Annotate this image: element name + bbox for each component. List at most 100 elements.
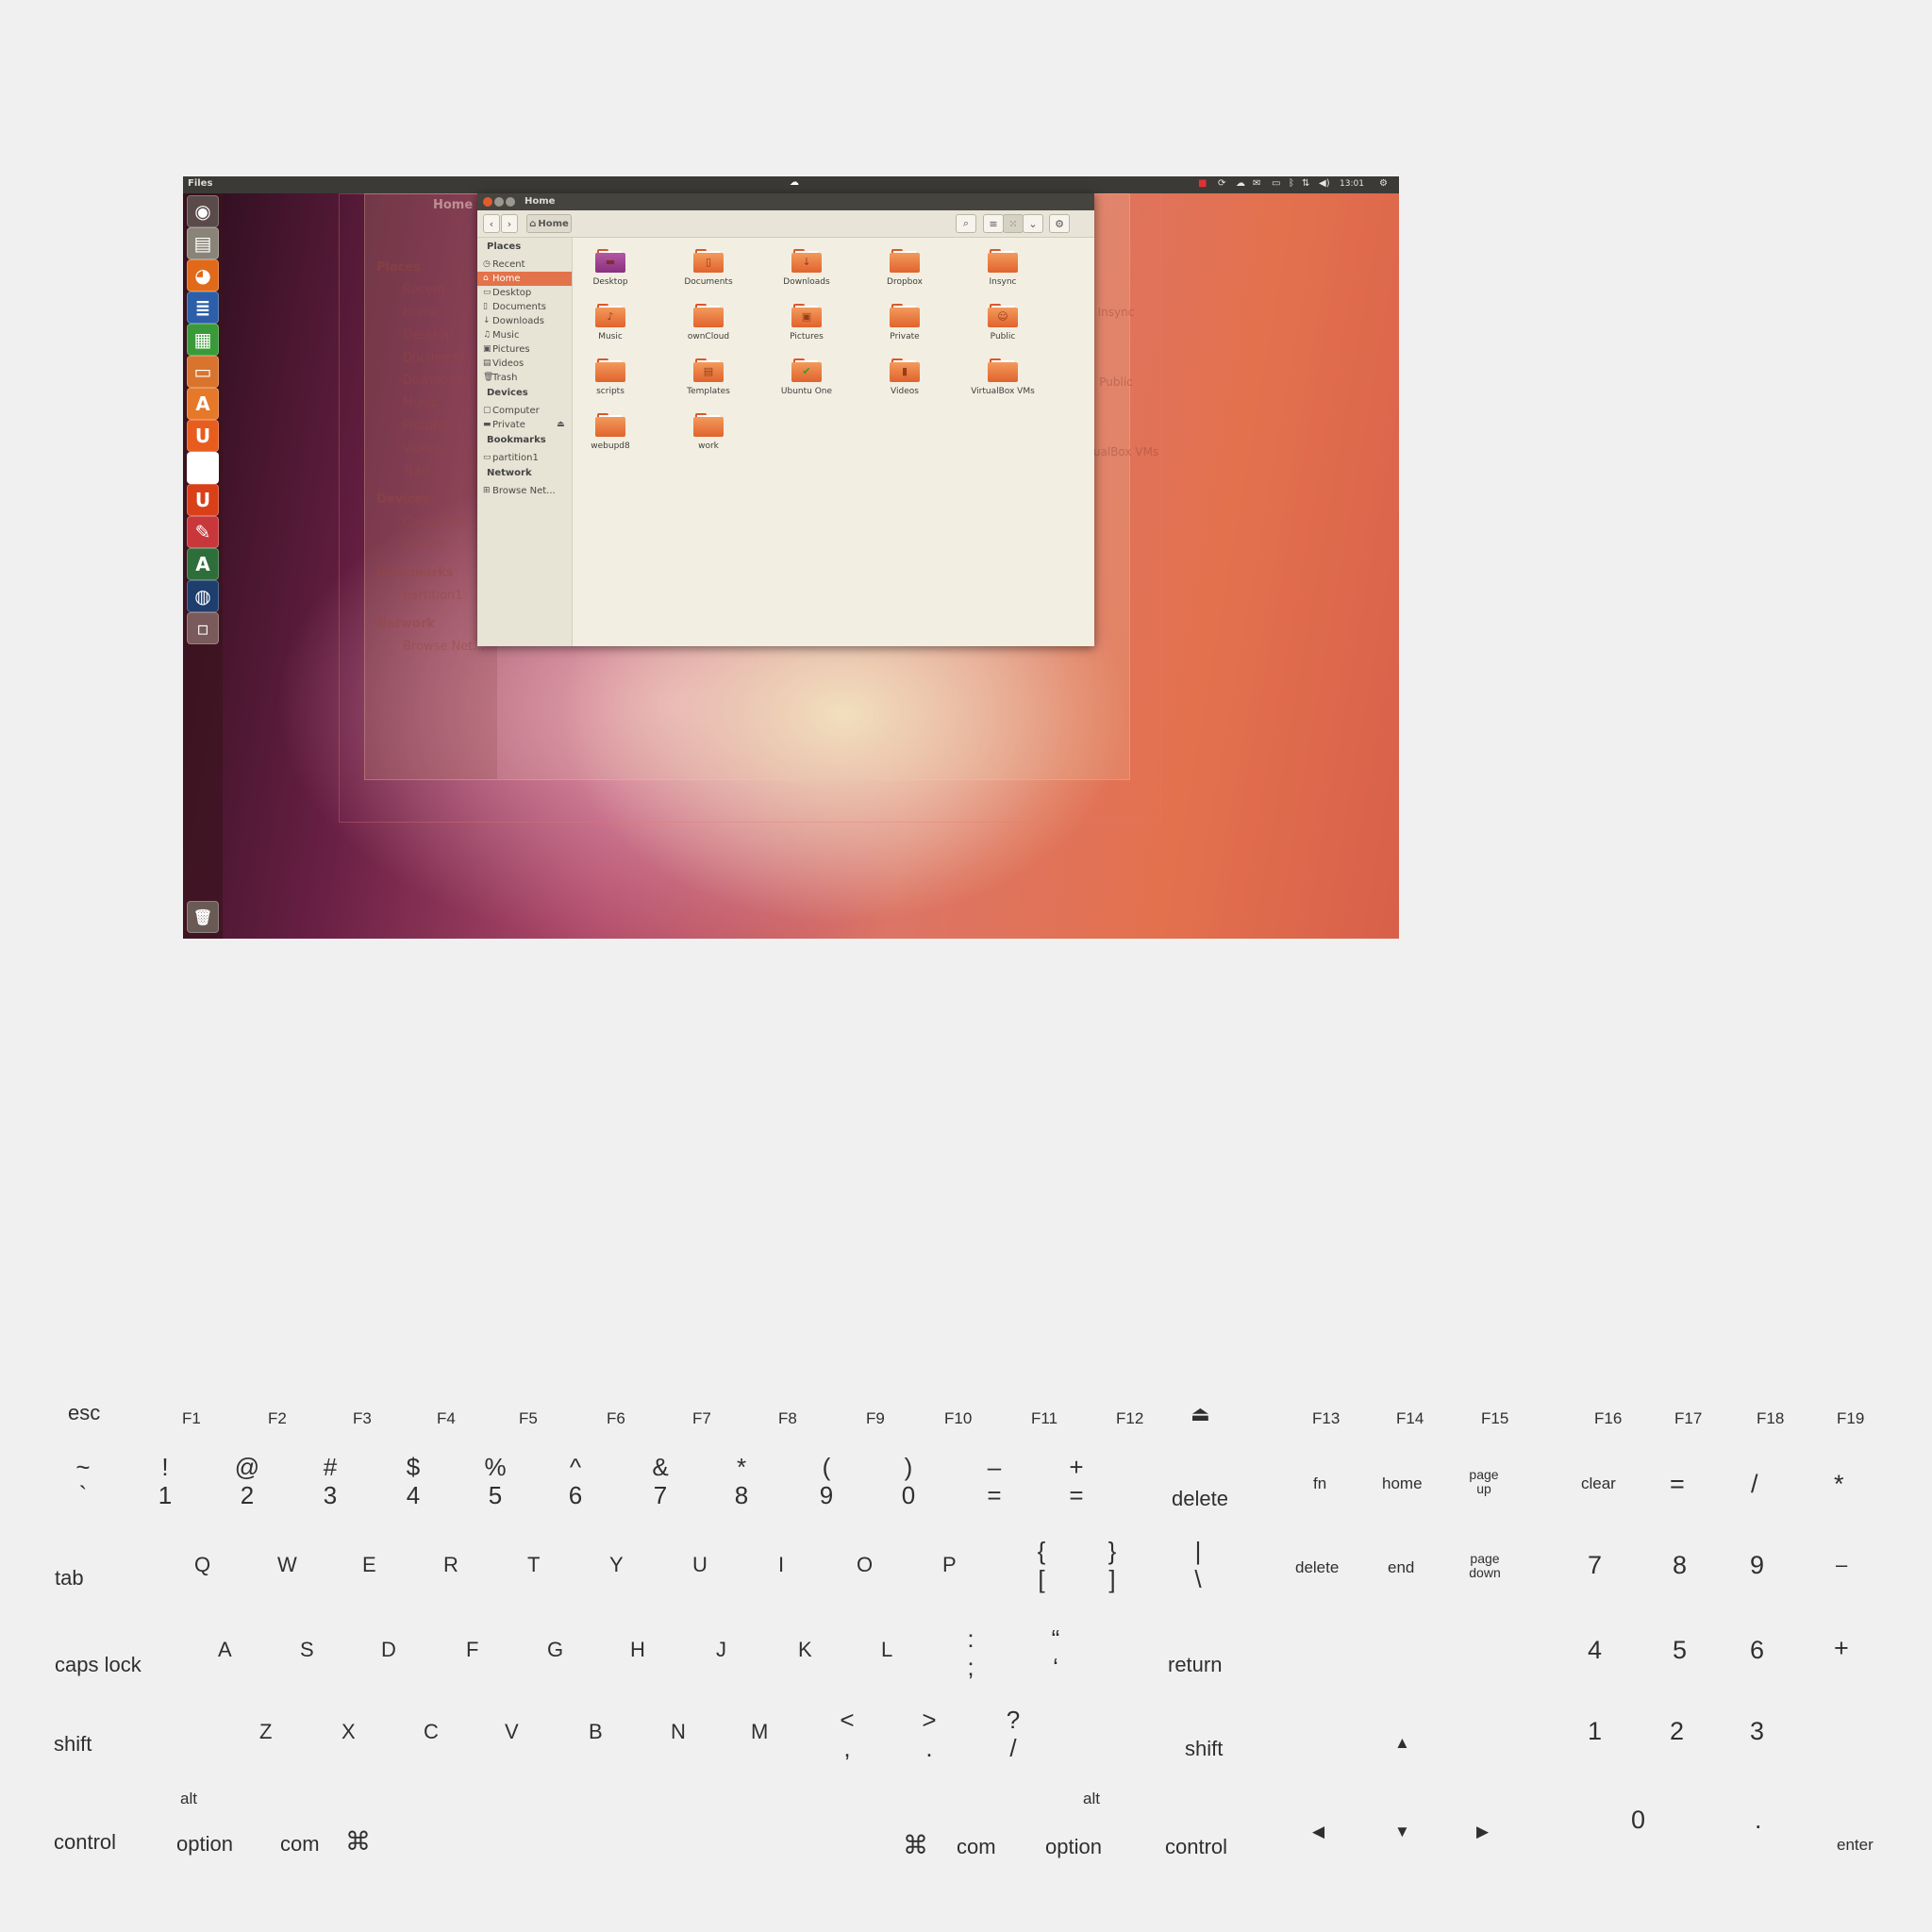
folder-item[interactable]: webupd8: [568, 413, 653, 466]
key-control-left[interactable]: control: [54, 1830, 116, 1855]
key-punct-2[interactable]: ? /: [994, 1706, 1032, 1762]
key-i[interactable]: I: [778, 1553, 784, 1577]
sidebar-item-downloads[interactable]: ↓ Downloads: [477, 314, 572, 328]
sidebar-item-desktop[interactable]: ▭ Desktop: [477, 286, 572, 300]
launcher-item[interactable]: A: [187, 388, 219, 420]
command-icon[interactable]: ⌘: [345, 1827, 371, 1857]
key-d[interactable]: D: [381, 1638, 396, 1662]
launcher-trash[interactable]: 🗑: [187, 901, 219, 933]
key-numpad-plus[interactable]: +: [1834, 1634, 1849, 1663]
key-shift-left[interactable]: shift: [54, 1732, 92, 1757]
key-f8[interactable]: F8: [778, 1409, 797, 1428]
indicator-record-icon[interactable]: ■: [1198, 178, 1207, 190]
key-f3[interactable]: F3: [353, 1409, 372, 1428]
sidebar-item-home[interactable]: ⌂ Home: [477, 272, 572, 286]
launcher-item[interactable]: ▫: [187, 612, 219, 644]
key-numpad-4[interactable]: 4: [1588, 1636, 1602, 1665]
folder-item[interactable]: Private: [862, 304, 947, 357]
key-f12[interactable]: F12: [1116, 1409, 1143, 1428]
key-r[interactable]: R: [443, 1553, 458, 1577]
key-numpad-divide[interactable]: /: [1751, 1470, 1758, 1499]
key-number-8[interactable]: * 8: [723, 1453, 760, 1509]
grid-view-button[interactable]: ⁙: [1003, 214, 1024, 233]
key-tab[interactable]: tab: [55, 1566, 84, 1591]
launcher-item[interactable]: ▭: [187, 356, 219, 388]
key-f15[interactable]: F15: [1481, 1409, 1508, 1428]
key-option-right[interactable]: option: [1045, 1835, 1102, 1859]
eject-icon[interactable]: ⏏: [557, 420, 565, 429]
close-button[interactable]: [483, 197, 492, 207]
maximize-button[interactable]: [506, 197, 515, 207]
key-t[interactable]: T: [527, 1553, 540, 1577]
key-f1[interactable]: F1: [182, 1409, 201, 1428]
launcher-item[interactable]: ◉: [187, 195, 219, 227]
folder-item[interactable]: ✔ Ubuntu One: [764, 358, 849, 411]
view-options-button[interactable]: ⌄: [1023, 214, 1043, 233]
key-page-up[interactable]: page up: [1465, 1468, 1503, 1496]
key-shift-right[interactable]: shift: [1185, 1737, 1223, 1761]
key-number-1[interactable]: ! 1: [146, 1453, 184, 1509]
settings-button[interactable]: ⚙: [1049, 214, 1070, 233]
launcher-item[interactable]: ▤: [187, 227, 219, 259]
key-f16[interactable]: F16: [1594, 1409, 1622, 1428]
key-numpad-8[interactable]: 8: [1673, 1551, 1687, 1580]
key-f14[interactable]: F14: [1396, 1409, 1424, 1428]
sidebar-item-recent[interactable]: ◷ Recent: [477, 258, 572, 272]
key-f[interactable]: F: [466, 1638, 478, 1662]
key-number-9[interactable]: (9: [808, 1453, 845, 1509]
sidebar-item-computer[interactable]: ▢ Computer: [477, 404, 572, 418]
key-option-left[interactable]: option: [176, 1832, 233, 1857]
key-g[interactable]: G: [547, 1638, 563, 1662]
command-icon[interactable]: ⌘: [903, 1831, 928, 1860]
sidebar-item-pictures[interactable]: ▣ Pictures: [477, 342, 572, 357]
key-j[interactable]: J: [716, 1638, 726, 1662]
launcher-item[interactable]: ✎: [187, 516, 219, 548]
key-a[interactable]: A: [218, 1638, 232, 1662]
folder-item[interactable]: VirtualBox VMs: [960, 358, 1045, 411]
key-f7[interactable]: F7: [692, 1409, 711, 1428]
key-e[interactable]: E: [362, 1553, 376, 1577]
key-quote[interactable]: “‘: [1037, 1624, 1074, 1681]
key-bracket-0[interactable]: {[: [1023, 1537, 1060, 1593]
key-numpad-7[interactable]: 7: [1588, 1551, 1602, 1580]
key-f6[interactable]: F6: [607, 1409, 625, 1428]
indicator-sync-icon[interactable]: ⟳: [1218, 178, 1225, 190]
key-numpad-5[interactable]: 5: [1673, 1636, 1687, 1665]
back-button[interactable]: ‹: [483, 214, 500, 233]
key-numpad-2[interactable]: 2: [1670, 1717, 1684, 1746]
key-control-right[interactable]: control: [1165, 1835, 1227, 1859]
key-numpad-9[interactable]: 9: [1750, 1551, 1764, 1580]
key-home[interactable]: home: [1382, 1474, 1423, 1493]
folder-item[interactable]: Insync: [960, 249, 1045, 302]
key-arrow-right[interactable]: ▶: [1476, 1823, 1489, 1841]
key-number-0[interactable]: ~ `: [64, 1453, 102, 1509]
key-return[interactable]: return: [1168, 1653, 1222, 1677]
path-button-home[interactable]: ⌂ Home: [526, 214, 572, 233]
launcher-item[interactable]: A: [187, 548, 219, 580]
key-o[interactable]: O: [857, 1553, 873, 1577]
launcher-item[interactable]: ≣: [187, 291, 219, 324]
key-number-3[interactable]: #3: [311, 1453, 349, 1509]
key-z[interactable]: Z: [259, 1720, 272, 1744]
list-view-button[interactable]: ≡: [983, 214, 1004, 233]
folder-item[interactable]: ☺ Public: [960, 304, 1045, 357]
key-f17[interactable]: F17: [1674, 1409, 1702, 1428]
indicator-volume-icon[interactable]: ◀): [1319, 178, 1330, 190]
key-numpad-6[interactable]: 6: [1750, 1636, 1764, 1665]
key-forward-delete[interactable]: delete: [1295, 1558, 1339, 1577]
key-k[interactable]: K: [798, 1638, 812, 1662]
launcher-item[interactable]: U: [187, 484, 219, 516]
key-number-11[interactable]: – =: [975, 1453, 1013, 1509]
key-p[interactable]: P: [942, 1553, 957, 1577]
indicator-bluetooth-icon[interactable]: ᛒ: [1289, 178, 1294, 190]
indicator-session-gear-icon[interactable]: ⚙: [1379, 178, 1388, 190]
launcher-item[interactable]: a: [187, 452, 219, 484]
key-f2[interactable]: F2: [268, 1409, 287, 1428]
folder-item[interactable]: ▯ Documents: [666, 249, 751, 302]
key-n[interactable]: N: [671, 1720, 686, 1744]
key-arrow-up[interactable]: ▲: [1394, 1734, 1410, 1753]
sidebar-item-music[interactable]: ♫ Music: [477, 328, 572, 342]
key-number-12[interactable]: + =: [1058, 1453, 1095, 1509]
search-button[interactable]: ⌕: [956, 214, 976, 233]
key-q[interactable]: Q: [194, 1553, 210, 1577]
